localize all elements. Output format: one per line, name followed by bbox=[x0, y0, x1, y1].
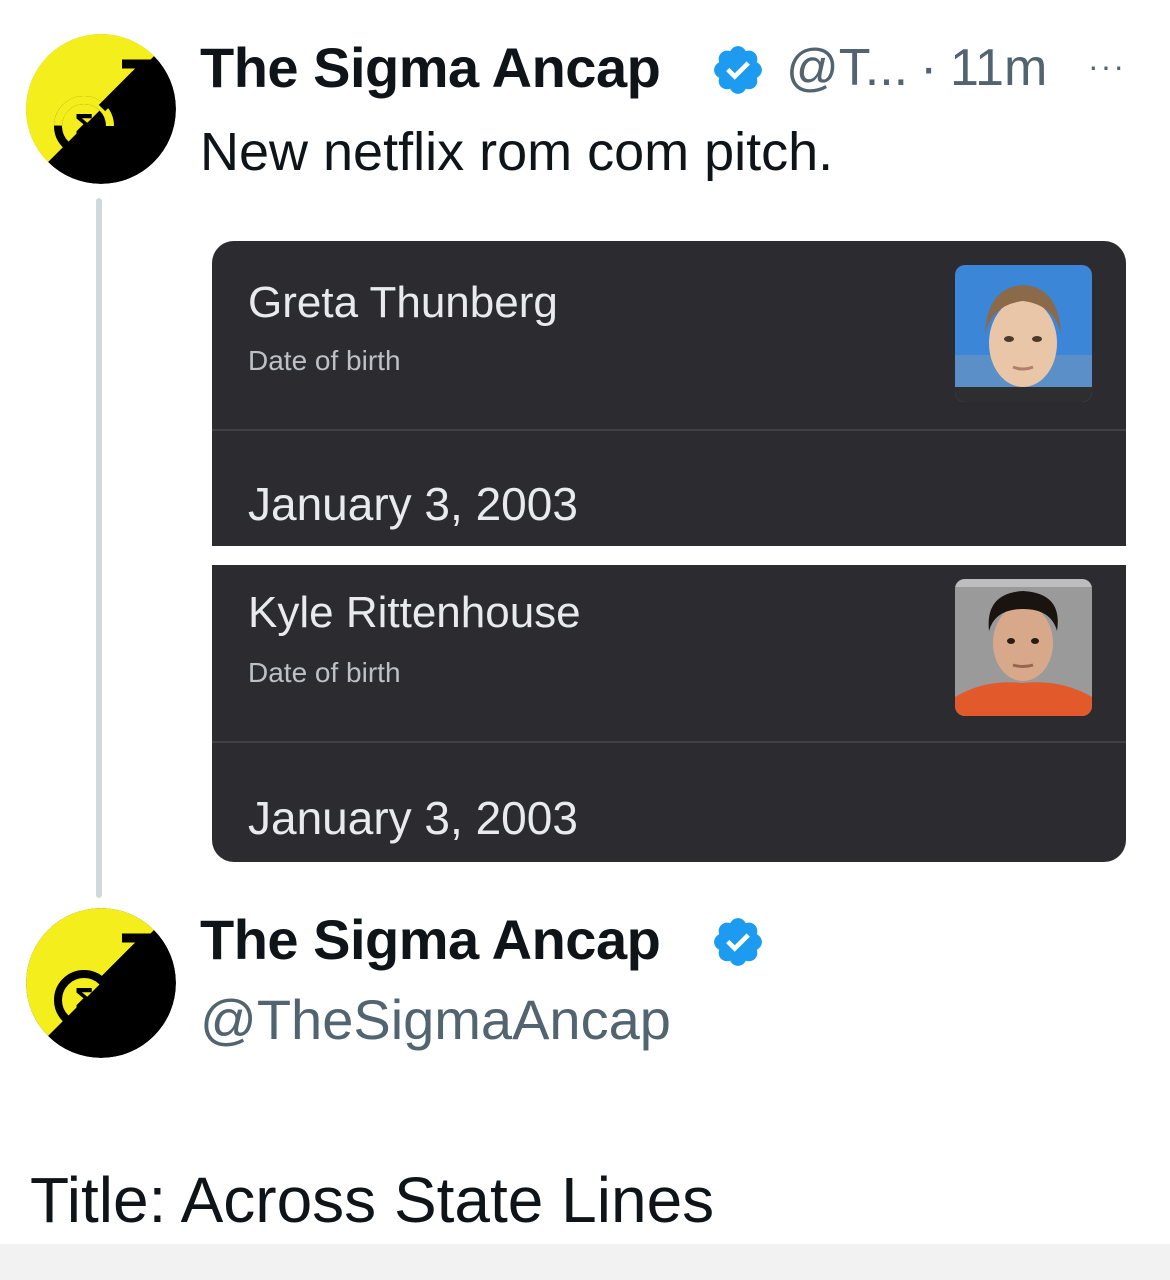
author-name[interactable]: The Sigma Ancap bbox=[200, 40, 661, 96]
dob-value: January 3, 2003 bbox=[248, 478, 578, 530]
handle-truncated[interactable]: @T... bbox=[786, 42, 908, 94]
verified-badge-icon bbox=[710, 42, 766, 98]
svg-text:Σ: Σ bbox=[74, 983, 95, 1018]
bottom-strip bbox=[0, 1244, 1170, 1280]
dob-label: Date of birth bbox=[248, 657, 401, 688]
person-photo bbox=[955, 579, 1092, 716]
birthdate-card: Kyle Rittenhouse Date of birth January 3… bbox=[212, 565, 1126, 862]
post-caption: Title: Across State Lines bbox=[30, 1164, 715, 1236]
more-options-icon[interactable]: ··· bbox=[1088, 50, 1126, 82]
meta-separator: · bbox=[920, 39, 938, 97]
person-photo bbox=[955, 265, 1092, 402]
ancap-sigma-logo-icon: Σ bbox=[26, 908, 176, 1058]
card-divider bbox=[212, 429, 1126, 431]
timestamp[interactable]: 11m bbox=[950, 42, 1047, 94]
dob-value: January 3, 2003 bbox=[248, 792, 578, 844]
birthdate-card: Greta Thunberg Date of birth January 3, … bbox=[212, 241, 1126, 546]
verified-badge-icon bbox=[710, 914, 766, 970]
person-name: Kyle Rittenhouse bbox=[248, 588, 581, 637]
author-avatar[interactable]: Σ bbox=[26, 908, 176, 1058]
author-name[interactable]: The Sigma Ancap bbox=[200, 912, 661, 968]
dob-label: Date of birth bbox=[248, 345, 401, 376]
svg-text:Σ: Σ bbox=[74, 109, 95, 144]
tweet-text: New netflix rom com pitch. bbox=[200, 122, 834, 182]
ancap-sigma-logo-icon: Σ bbox=[26, 34, 176, 184]
author-avatar[interactable]: Σ bbox=[26, 34, 176, 184]
person-name: Greta Thunberg bbox=[248, 278, 558, 327]
author-handle[interactable]: @TheSigmaAncap bbox=[200, 992, 671, 1048]
card-divider bbox=[212, 741, 1126, 743]
thread-line bbox=[96, 198, 102, 898]
